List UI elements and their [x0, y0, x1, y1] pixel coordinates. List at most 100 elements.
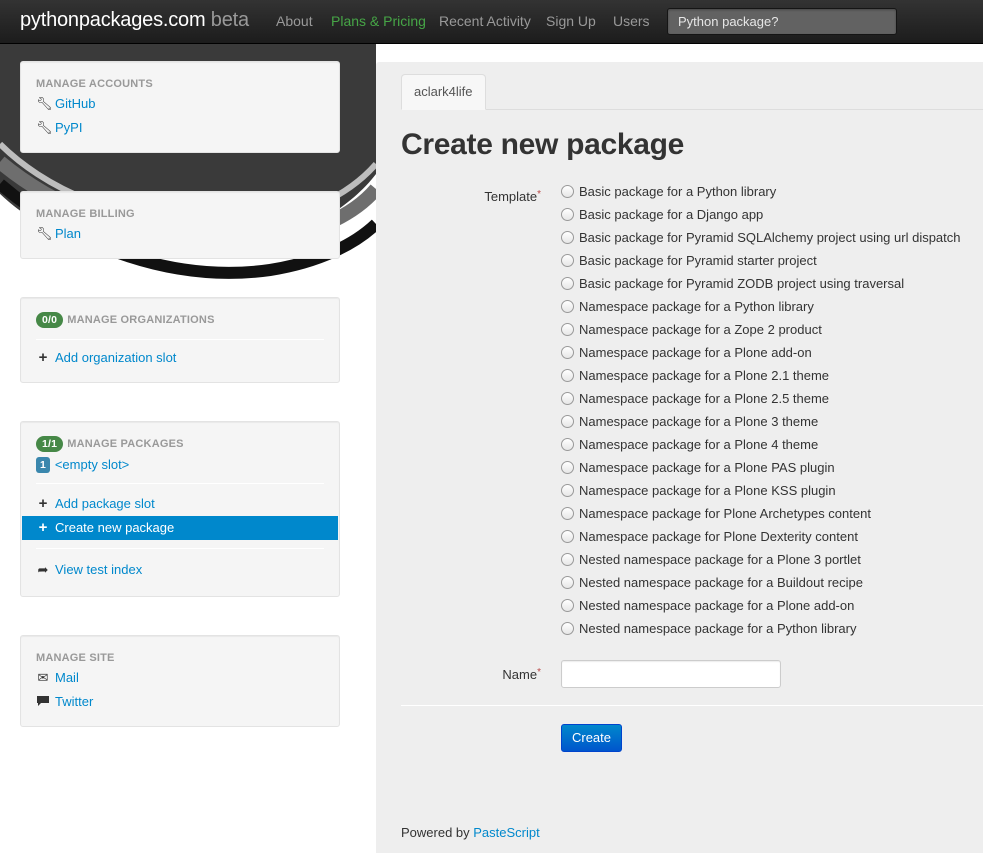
sidebar-item-mail[interactable]: ✉ Mail — [21, 666, 339, 690]
panel-header-organizations: 0/0 Manage Organizations — [21, 312, 339, 328]
template-option[interactable]: Namespace package for Plone Dexterity co… — [561, 525, 961, 548]
sidebar-item-label: Add package slot — [55, 496, 155, 511]
name-label-text: Name — [502, 667, 538, 682]
brand-name: pythonpackages.com — [20, 9, 206, 31]
template-label-text: Template — [484, 189, 538, 204]
sidebar-item-create-new-package[interactable]: + Create new package — [22, 516, 338, 540]
tab-user[interactable]: aclark4life — [401, 74, 486, 110]
radio-button[interactable] — [561, 369, 574, 382]
template-option[interactable]: Namespace package for a Plone 3 theme — [561, 410, 961, 433]
name-field[interactable] — [561, 660, 781, 688]
plus-icon: + — [38, 495, 48, 512]
template-option-label: Nested namespace package for a Buildout … — [579, 575, 864, 590]
plus-icon: + — [38, 349, 48, 366]
template-option-label: Basic package for Pyramid starter projec… — [579, 253, 817, 268]
sidebar-item-pypi[interactable]: 🔧︎ PyPI — [21, 116, 339, 140]
sidebar-item-twitter[interactable]: Twitter — [21, 690, 339, 714]
radio-button[interactable] — [561, 346, 574, 359]
panel-header-accounts: Manage Accounts — [36, 78, 153, 90]
template-option[interactable]: Nested namespace package for a Plone add… — [561, 594, 961, 617]
template-option[interactable]: Namespace package for a Python library — [561, 295, 961, 318]
panel-header-site: Manage Site — [36, 652, 115, 664]
radio-button[interactable] — [561, 622, 574, 635]
sidebar-item-add-organization-slot[interactable]: + Add organization slot — [21, 346, 339, 370]
radio-button[interactable] — [561, 461, 574, 474]
sidebar-item-label: Plan — [55, 226, 82, 241]
template-option[interactable]: Basic package for Pyramid starter projec… — [561, 249, 961, 272]
template-option[interactable]: Namespace package for a Plone KSS plugin — [561, 479, 961, 502]
package-slot-empty[interactable]: 1 <empty slot> — [21, 453, 339, 477]
template-option-label: Basic package for a Django app — [579, 207, 764, 222]
template-option[interactable]: Nested namespace package for a Plone 3 p… — [561, 548, 961, 571]
main-content: aclark4life Create new package Template*… — [376, 62, 983, 853]
radio-button[interactable] — [561, 323, 574, 336]
radio-button[interactable] — [561, 415, 574, 428]
template-option-label: Namespace package for a Plone 2.5 theme — [579, 391, 830, 406]
panel-header-label: Manage Organizations — [67, 314, 215, 326]
nav-about[interactable]: About — [276, 13, 313, 29]
template-option[interactable]: Namespace package for a Plone PAS plugin — [561, 456, 961, 479]
top-navbar: pythonpackages.com beta About Plans & Pr… — [0, 0, 983, 44]
page-title: Create new package — [401, 128, 685, 161]
wrench-icon: 🔧︎ — [36, 96, 53, 111]
sidebar-item-add-package-slot[interactable]: + Add package slot — [21, 492, 339, 516]
panel-manage-site: Manage Site ✉ Mail Twitter — [20, 635, 340, 727]
template-option[interactable]: Namespace package for a Plone 4 theme — [561, 433, 961, 456]
template-option-label: Namespace package for Plone Dexterity co… — [579, 529, 858, 544]
template-option-label: Namespace package for a Plone add-on — [579, 345, 812, 360]
radio-button[interactable] — [561, 185, 574, 198]
template-option[interactable]: Namespace package for Plone Archetypes c… — [561, 502, 961, 525]
template-option[interactable]: Namespace package for a Plone 2.5 theme — [561, 387, 961, 410]
sidebar-item-view-test-index[interactable]: ➦ View test index — [21, 558, 339, 582]
nav-recent-activity[interactable]: Recent Activity — [439, 13, 531, 29]
sidebar-item-github[interactable]: 🔧︎ GitHub — [21, 92, 339, 116]
nav-plans-pricing[interactable]: Plans & Pricing — [331, 13, 426, 29]
footer-text: Powered by — [401, 825, 474, 840]
radio-button[interactable] — [561, 231, 574, 244]
brand-logo[interactable]: pythonpackages.com beta — [20, 9, 249, 32]
template-option[interactable]: Namespace package for a Plone add-on — [561, 341, 961, 364]
create-button[interactable]: Create — [561, 724, 622, 752]
radio-button[interactable] — [561, 530, 574, 543]
divider — [36, 483, 324, 484]
radio-button[interactable] — [561, 553, 574, 566]
sidebar-item-plan[interactable]: 🔧︎ Plan — [21, 222, 339, 246]
template-option[interactable]: Basic package for Pyramid ZODB project u… — [561, 272, 961, 295]
required-mark: * — [537, 189, 541, 200]
footer: Powered by PasteScript — [401, 825, 540, 840]
radio-button[interactable] — [561, 576, 574, 589]
nav-users[interactable]: Users — [613, 13, 650, 29]
template-option-label: Namespace package for a Plone PAS plugin — [579, 460, 835, 475]
template-option-label: Namespace package for a Plone KSS plugin — [579, 483, 836, 498]
template-option-label: Basic package for Pyramid ZODB project u… — [579, 276, 905, 291]
template-option[interactable]: Basic package for a Django app — [561, 203, 961, 226]
radio-button[interactable] — [561, 254, 574, 267]
template-option[interactable]: Namespace package for a Plone 2.1 theme — [561, 364, 961, 387]
template-option[interactable]: Basic package for Pyramid SQLAlchemy pro… — [561, 226, 961, 249]
radio-button[interactable] — [561, 277, 574, 290]
radio-button[interactable] — [561, 392, 574, 405]
template-option[interactable]: Nested namespace package for a Buildout … — [561, 571, 961, 594]
template-option-label: Namespace package for a Zope 2 product — [579, 322, 822, 337]
tab-divider — [401, 109, 983, 110]
radio-button[interactable] — [561, 300, 574, 313]
search-input[interactable] — [667, 8, 897, 35]
nav-sign-up[interactable]: Sign Up — [546, 13, 596, 29]
radio-button[interactable] — [561, 208, 574, 221]
panel-manage-organizations: 0/0 Manage Organizations + Add organizati… — [20, 297, 340, 383]
envelope-icon: ✉ — [37, 670, 49, 685]
template-option[interactable]: Nested namespace package for a Python li… — [561, 617, 961, 640]
pastescript-link[interactable]: PasteScript — [473, 825, 539, 840]
required-mark: * — [537, 667, 541, 678]
radio-button[interactable] — [561, 484, 574, 497]
sidebar-item-label: Mail — [55, 670, 79, 685]
radio-button[interactable] — [561, 599, 574, 612]
radio-button[interactable] — [561, 507, 574, 520]
packages-count-badge: 1/1 — [36, 436, 64, 452]
panel-header-label: Manage Packages — [67, 438, 184, 450]
panel-header-billing: Manage Billing — [36, 208, 135, 220]
template-option[interactable]: Basic package for a Python library — [561, 180, 961, 203]
template-option-label: Basic package for a Python library — [579, 184, 777, 199]
radio-button[interactable] — [561, 438, 574, 451]
template-option[interactable]: Namespace package for a Zope 2 product — [561, 318, 961, 341]
